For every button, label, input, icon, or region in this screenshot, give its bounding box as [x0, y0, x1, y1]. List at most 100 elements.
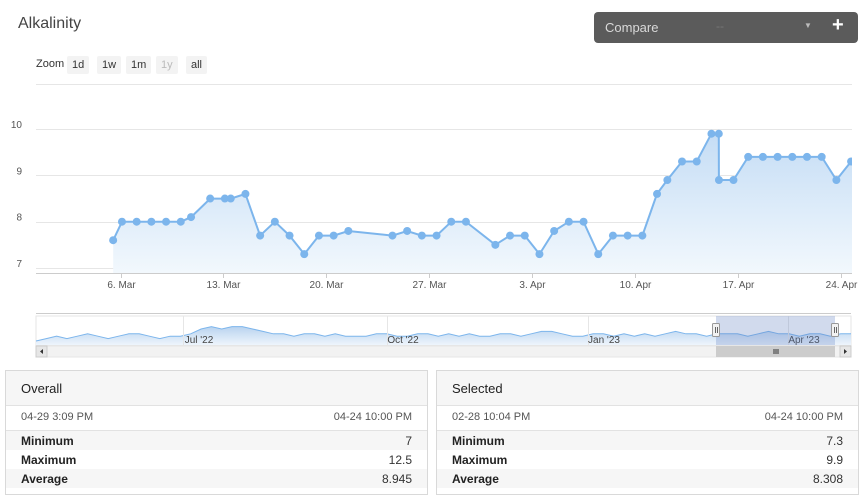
data-point — [270, 217, 279, 226]
data-point — [579, 217, 588, 226]
data-point — [329, 231, 338, 240]
data-point — [773, 152, 782, 161]
navigator-selection — [716, 316, 835, 345]
selected-start: 02-28 10:04 PM — [452, 411, 531, 423]
x-tick-label: 24. Apr — [826, 280, 858, 291]
data-point — [714, 176, 723, 185]
stat-value: 8.308 — [812, 472, 843, 486]
data-point — [707, 129, 716, 138]
navigator-label: Jul '22 — [185, 335, 214, 346]
data-point — [847, 157, 852, 166]
data-point — [564, 217, 573, 226]
data-point — [147, 217, 156, 226]
stat-row: Maximum 12.5 — [6, 450, 427, 469]
data-point — [117, 217, 126, 226]
selected-panel: Selected 02-28 10:04 PM 04-24 10:00 PM M… — [436, 370, 859, 495]
data-point — [594, 250, 603, 259]
x-tick-label: 17. Apr — [723, 280, 755, 291]
stat-row: Minimum 7 — [6, 431, 427, 450]
data-point — [344, 226, 353, 235]
data-point — [832, 176, 841, 185]
stat-label: Average — [452, 472, 499, 486]
x-tick-label: 13. Mar — [207, 280, 242, 291]
overall-end: 04-24 10:00 PM — [333, 411, 412, 423]
data-point — [506, 231, 515, 240]
data-point — [432, 231, 441, 240]
data-point — [417, 231, 426, 240]
plot-area — [109, 129, 852, 273]
data-point — [187, 213, 196, 222]
stat-label: Average — [21, 472, 68, 486]
stat-row: Minimum 7.3 — [437, 431, 858, 450]
overall-start: 04-29 3:09 PM — [21, 411, 94, 423]
stat-value: 12.5 — [388, 453, 412, 467]
overall-panel: Overall 04-29 3:09 PM 04-24 10:00 PM Min… — [5, 370, 428, 495]
selected-range: 02-28 10:04 PM 04-24 10:00 PM — [437, 406, 858, 431]
selected-stats: Minimum 7.3 Maximum 9.9 Average 8.308 — [437, 431, 858, 488]
stat-value: 7.3 — [826, 434, 843, 448]
overall-range: 04-29 3:09 PM 04-24 10:00 PM — [6, 406, 427, 431]
data-point — [678, 157, 687, 166]
y-tick-label: 8 — [16, 213, 22, 224]
stat-label: Maximum — [21, 453, 77, 467]
stat-row: Average 8.308 — [437, 469, 858, 488]
stat-row: Average 8.945 — [6, 469, 427, 488]
selected-title: Selected — [437, 371, 858, 406]
data-point — [285, 231, 294, 240]
data-point — [226, 194, 235, 203]
data-point — [653, 189, 662, 198]
data-point — [300, 250, 309, 259]
data-point — [623, 231, 632, 240]
x-tick-label: 10. Apr — [620, 280, 652, 291]
stat-value: 7 — [405, 434, 412, 448]
x-tick-label: 27. Mar — [413, 280, 448, 291]
data-point — [729, 176, 738, 185]
data-point — [788, 152, 797, 161]
data-point — [206, 194, 215, 203]
y-axis: 7 8 9 10 — [11, 120, 23, 270]
x-tick-label: 6. Mar — [107, 280, 136, 291]
data-point — [744, 152, 753, 161]
alkalinity-chart: 7 8 9 10 6. Mar 13. Mar 20. Mar 27. Mar 3. Apr 1… — [11, 84, 858, 358]
navigator[interactable]: Jul '22Oct '22Jan '23Apr '23 — [35, 313, 852, 358]
data-point — [520, 231, 529, 240]
y-tick-label: 7 — [16, 259, 22, 270]
data-point — [692, 157, 701, 166]
data-point — [608, 231, 617, 240]
x-axis: 6. Mar 13. Mar 20. Mar 27. Mar 3. Apr 10. Apr… — [36, 273, 858, 291]
data-point — [447, 217, 456, 226]
data-point — [388, 231, 397, 240]
data-point — [109, 236, 118, 245]
data-point — [241, 189, 250, 198]
stat-label: Minimum — [21, 434, 74, 448]
stat-value: 9.9 — [826, 453, 843, 467]
stat-row: Maximum 9.9 — [437, 450, 858, 469]
overall-title: Overall — [6, 371, 427, 406]
stat-label: Maximum — [452, 453, 508, 467]
data-point — [638, 231, 647, 240]
selected-end: 04-24 10:00 PM — [764, 411, 843, 423]
stat-value: 8.945 — [381, 472, 412, 486]
stat-label: Minimum — [452, 434, 505, 448]
data-point — [162, 217, 171, 226]
data-point — [663, 176, 672, 185]
data-point — [403, 226, 412, 235]
data-point — [132, 217, 141, 226]
x-tick-label: 3. Apr — [519, 280, 546, 291]
y-tick-label: 9 — [16, 166, 22, 177]
overall-stats: Minimum 7 Maximum 12.5 Average 8.945 — [6, 431, 427, 488]
x-tick-label: 20. Mar — [310, 280, 345, 291]
data-point — [758, 152, 767, 161]
data-point — [176, 217, 185, 226]
data-point — [817, 152, 826, 161]
data-point — [461, 217, 470, 226]
navigator-label: Jan '23 — [588, 335, 620, 346]
navigator-label: Oct '22 — [387, 335, 419, 346]
y-tick-label: 10 — [11, 120, 23, 131]
data-point — [550, 226, 559, 235]
data-point — [256, 231, 265, 240]
data-point — [535, 250, 544, 259]
data-point — [314, 231, 323, 240]
data-point — [802, 152, 811, 161]
data-point — [491, 240, 500, 249]
